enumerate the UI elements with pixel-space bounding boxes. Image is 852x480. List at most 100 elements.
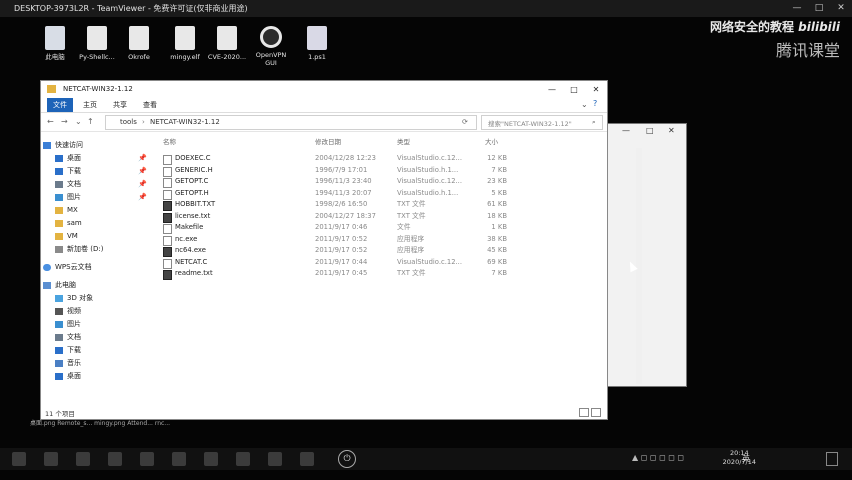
column-header-name[interactable]: 名称 xyxy=(163,136,176,146)
close-button[interactable]: ✕ xyxy=(587,83,605,96)
taskbar-app-icon[interactable] xyxy=(236,452,250,466)
column-header-size[interactable]: 大小 xyxy=(485,136,498,146)
thumbnail-view-icon[interactable] xyxy=(591,408,601,417)
tab-view[interactable]: 查看 xyxy=(137,98,163,112)
maximize-button[interactable]: □ xyxy=(565,83,583,96)
file-row[interactable]: GETOPT.H 1994/11/3 20:07 VisualStudio.h.1.… xyxy=(159,188,599,200)
sidebar-item-quick-access[interactable]: 快速访问 xyxy=(43,139,153,152)
file-row[interactable]: license.txt 2004/12/27 18:37 TXT 文件 18 KB xyxy=(159,211,599,223)
remote-close-button[interactable]: ✕ xyxy=(830,2,852,15)
taskbar-app-icon[interactable] xyxy=(76,452,90,466)
taskbar: ⏻ ▲ ◻ ◻ ◻ ◻ ◻ 英 20:14 2020/7/14 xyxy=(0,448,852,470)
desktop-icon-openvpn[interactable]: OpenVPN GUI xyxy=(250,22,292,78)
search-input[interactable]: 搜索"NETCAT-WIN32-1.12" ⌕ xyxy=(481,115,603,130)
sidebar-item-mx[interactable]: MX xyxy=(55,204,165,217)
tab-file[interactable]: 文件 xyxy=(47,98,73,112)
taskbar-app-icon[interactable] xyxy=(204,452,218,466)
document-icon xyxy=(55,333,63,341)
c-file-icon xyxy=(163,258,172,269)
background-window-scrollbar[interactable] xyxy=(636,148,642,384)
start-icon[interactable] xyxy=(12,452,26,466)
forward-arrow-icon[interactable]: → xyxy=(61,117,68,126)
download-icon xyxy=(55,346,63,354)
watermark-brand: 腾讯课堂 xyxy=(775,41,840,60)
remote-maximize-button[interactable]: □ xyxy=(808,2,830,15)
sidebar-item-pictures[interactable]: 图片 📌 xyxy=(55,191,165,204)
explorer-title-bar[interactable]: NETCAT-WIN32-1.12 — □ ✕ xyxy=(41,81,607,98)
details-view-icon[interactable] xyxy=(579,408,589,417)
taskbar-app-icon[interactable] xyxy=(44,452,58,466)
taskbar-app-icon[interactable] xyxy=(300,452,314,466)
file-row[interactable]: nc64.exe 2011/9/17 0:52 应用程序 45 KB xyxy=(159,245,599,257)
sidebar-item-3d-objects[interactable]: 3D 对象 xyxy=(55,292,165,305)
taskbar-app-icon[interactable] xyxy=(268,452,282,466)
back-arrow-icon[interactable]: ← xyxy=(47,117,54,126)
file-row[interactable]: DOEXEC.C 2004/12/28 12:23 VisualStudio.c.1… xyxy=(159,153,599,165)
file-row[interactable]: GETOPT.C 1996/11/3 23:40 VisualStudio.c.12… xyxy=(159,176,599,188)
desktop-icon-mingy[interactable]: mingy.elf xyxy=(164,22,206,78)
desktop-icon-okrofe[interactable]: Okrofe xyxy=(118,22,160,78)
column-header-date[interactable]: 修改日期 xyxy=(315,136,341,146)
tab-share[interactable]: 共享 xyxy=(107,98,133,112)
power-icon[interactable]: ⏻ xyxy=(338,450,356,468)
picture-icon xyxy=(55,193,63,201)
desktop-icon-this-pc[interactable]: 此电脑 xyxy=(34,22,76,78)
column-header-type[interactable]: 类型 xyxy=(397,136,410,146)
breadcrumb-netcat[interactable]: NETCAT-WIN32-1.12 xyxy=(150,118,220,126)
cube-icon xyxy=(55,294,63,302)
txt-file-icon xyxy=(163,270,172,280)
sidebar-item-vm[interactable]: VM xyxy=(55,230,165,243)
file-row[interactable]: NETCAT.C 2011/9/17 0:44 VisualStudio.c.12.… xyxy=(159,257,599,269)
txt-file-icon xyxy=(163,212,172,223)
file-row[interactable]: readme.txt 2011/9/17 0:45 TXT 文件 7 KB xyxy=(159,268,599,280)
tab-home[interactable]: 主页 xyxy=(77,98,103,112)
bg-close-button[interactable]: ✕ xyxy=(668,126,675,135)
video-icon xyxy=(55,307,63,315)
taskbar-app-icon[interactable] xyxy=(172,452,186,466)
address-input[interactable]: tools › NETCAT-WIN32-1.12 ⟳ xyxy=(105,115,477,130)
taskbar-app-icon[interactable] xyxy=(108,452,122,466)
bg-minimize-button[interactable]: — xyxy=(622,126,630,135)
sidebar-item-videos[interactable]: 视频 xyxy=(55,305,165,318)
file-row[interactable]: HOBBIT.TXT 1998/2/6 16:50 TXT 文件 61 KB xyxy=(159,199,599,211)
folder-icon xyxy=(55,232,63,240)
desktop-icon-py-shellcode[interactable]: Py-Shellc... xyxy=(76,22,118,78)
tray-icons[interactable]: ▲ ◻ ◻ ◻ ◻ ◻ xyxy=(632,453,684,462)
taskbar-clock[interactable]: 20:14 2020/7/14 xyxy=(723,449,756,467)
item-count: 11 个项目 xyxy=(45,410,75,418)
chevron-down-icon[interactable]: ⌄ xyxy=(581,100,588,109)
file-row[interactable]: nc.exe 2011/9/17 0:52 应用程序 38 KB xyxy=(159,234,599,246)
recent-chevron-icon[interactable]: ⌄ xyxy=(75,117,82,126)
file-list: 名称 修改日期 类型 大小 DOEXEC.C 2004/12/28 12:23 Vi… xyxy=(159,133,599,411)
minimize-button[interactable]: — xyxy=(543,83,561,96)
file-explorer-window[interactable]: NETCAT-WIN32-1.12 — □ ✕ 文件 主页 共享 查看 ⌄ ? … xyxy=(40,80,608,420)
folder-icon xyxy=(47,85,56,93)
sidebar-item-desktop[interactable]: 桌面 📌 xyxy=(55,152,165,165)
sidebar-item-pictures-pc[interactable]: 图片 xyxy=(55,318,165,331)
sidebar-item-downloads-pc[interactable]: 下载 xyxy=(55,344,165,357)
remote-minimize-button[interactable]: — xyxy=(786,2,808,15)
breadcrumb-tools[interactable]: tools xyxy=(120,118,137,126)
sidebar-item-wps-cloud[interactable]: WPS云文档 xyxy=(43,261,153,274)
cloud-icon xyxy=(43,263,51,271)
sidebar-item-downloads[interactable]: 下载 📌 xyxy=(55,165,165,178)
file-row[interactable]: Makefile 2011/9/17 0:46 文件 1 KB xyxy=(159,222,599,234)
notification-icon[interactable] xyxy=(826,452,838,466)
sidebar-item-documents-pc[interactable]: 文档 xyxy=(55,331,165,344)
desktop-icon-cve[interactable]: CVE-2020... xyxy=(206,22,248,78)
sidebar-item-desktop-pc[interactable]: 桌面 xyxy=(55,370,165,383)
refresh-icon[interactable]: ⟳ xyxy=(462,118,468,126)
sidebar-item-sam[interactable]: sam xyxy=(55,217,165,230)
up-arrow-icon[interactable]: ↑ xyxy=(87,117,94,126)
sidebar-item-music[interactable]: 音乐 xyxy=(55,357,165,370)
taskbar-app-icon[interactable] xyxy=(140,452,154,466)
sidebar-item-drive-d[interactable]: 新加卷 (D:) xyxy=(55,243,165,256)
file-row[interactable]: GENERIC.H 1996/7/9 17:01 VisualStudio.h.1.… xyxy=(159,165,599,177)
desktop-icon-ps1[interactable]: 1.ps1 xyxy=(296,22,338,78)
bg-maximize-button[interactable]: □ xyxy=(646,126,654,135)
sidebar-item-this-pc[interactable]: 此电脑 xyxy=(43,279,153,292)
sidebar-item-documents[interactable]: 文档 📌 xyxy=(55,178,165,191)
exe-file-icon xyxy=(163,235,172,246)
background-window[interactable]: — □ ✕ xyxy=(605,123,687,387)
help-icon[interactable]: ? xyxy=(593,99,597,108)
